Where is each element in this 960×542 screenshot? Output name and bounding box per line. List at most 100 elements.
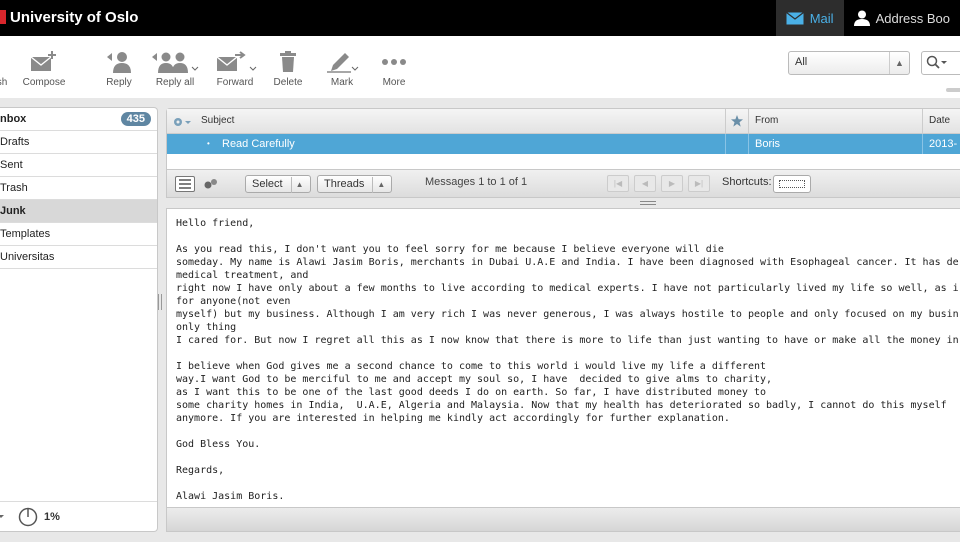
previous-page-button[interactable]: ◀ [634,175,656,192]
folder-drafts[interactable]: Drafts [0,131,157,154]
more-button[interactable]: More [376,50,412,88]
reply-button[interactable]: Reply [100,50,138,88]
delete-label: Delete [273,77,303,88]
reply-label: Reply [106,77,132,88]
vertical-splitter[interactable] [158,294,162,310]
folder-label: Templates [0,228,51,240]
more-label: More [382,77,406,88]
folder-label: Trash [0,182,28,194]
delete-button[interactable]: Delete [270,50,306,88]
search-icon [926,55,947,69]
message-date: 2013-0 [929,138,958,170]
person-icon [853,10,870,26]
next-page-button[interactable]: ▶ [661,175,683,192]
compose-icon [30,51,56,71]
threads-toggle-icon[interactable] [203,178,219,190]
folder-footer: 1% [0,501,157,531]
folder-label: Drafts [0,136,30,148]
folder-label: Junk [0,205,26,217]
threads-label: Threads [324,178,365,190]
top-bar: University of Oslo Mail Address Boo [0,0,960,36]
filter-value: All [795,56,808,68]
unread-dot-icon: • [207,139,210,148]
folder-templates[interactable]: Templates [0,223,157,246]
updown-arrow-icon: ▲ [290,177,304,193]
compose-label: Compose [22,77,66,88]
mark-button[interactable]: Mark [322,50,362,88]
star-icon[interactable] [731,115,743,127]
reply-all-icon [152,52,199,73]
message-list-footer: Select ▲ Threads ▲ Messages 1 to 1 of 1 |◀… [167,169,960,197]
updown-arrow-icon: ▲ [889,52,909,74]
last-page-button[interactable]: ▶| [688,175,710,192]
search-input[interactable] [921,51,960,75]
folder-label: Universitas [0,251,55,263]
toolbar: sh Compose Reply Reply all Forward Delet… [0,36,960,98]
logo-mark [0,10,6,24]
threads-dropdown[interactable]: Threads ▲ [317,175,393,193]
folder-options-icon[interactable] [0,512,8,522]
message-preview: Hello friend, As you read this, I don't … [166,208,960,532]
address-book-tab-label: Address Boo [875,10,950,26]
first-page-button[interactable]: |◀ [607,175,629,192]
message-list-header: Subject From Date [167,109,960,134]
more-icon [382,59,406,65]
column-divider [922,134,923,154]
reply-icon [107,52,131,73]
list-view-icon[interactable] [175,176,195,192]
logo[interactable]: University of Oslo [0,7,138,27]
preview-footer [167,507,960,531]
trash-icon [280,51,296,72]
folder-universitas[interactable]: Universitas [0,246,157,269]
blurred-text [946,88,960,92]
horizontal-splitter[interactable] [640,201,656,205]
folder-list: nbox 435 Drafts Sent Trash Junk Template… [0,107,158,532]
column-divider [748,134,749,154]
forward-button[interactable]: Forward [210,50,260,88]
quota-text: 1% [44,510,60,523]
column-from[interactable]: From [755,109,778,133]
folder-junk[interactable]: Junk [0,200,157,223]
message-from: Boris [755,138,781,150]
keyboard-icon[interactable] [773,175,811,193]
address-book-tab[interactable]: Address Boo [844,0,960,36]
mark-label: Mark [330,77,354,88]
pencil-icon [327,53,359,73]
mail-tab[interactable]: Mail [775,0,844,36]
message-subject: Read Carefully [222,138,295,150]
quota-gauge-icon [18,507,38,526]
refresh-button[interactable]: sh [0,50,12,88]
message-count: Messages 1 to 1 of 1 [425,176,528,188]
column-date[interactable]: Date [929,109,950,133]
column-divider [725,109,726,133]
select-dropdown[interactable]: Select ▲ [245,175,311,193]
message-list: Subject From Date • Read Carefully Boris… [166,108,960,198]
column-divider [748,109,749,133]
envelope-icon [785,11,804,24]
table-row[interactable]: • Read Carefully Boris 2013-0 [167,134,960,170]
folder-label: nbox [0,113,27,125]
folder-inbox[interactable]: nbox 435 [0,108,157,131]
updown-arrow-icon: ▲ [372,177,385,193]
select-label: Select [252,178,283,190]
column-divider [922,109,923,133]
filter-select[interactable]: All ▲ [788,51,910,75]
reply-all-label: Reply all [155,77,195,88]
folder-label: Sent [0,159,23,171]
mail-tab-label: Mail [809,10,834,26]
app-title: University of Oslo [10,8,139,26]
refresh-label: sh [0,77,8,88]
forward-icon [216,51,257,71]
unread-count-badge: 435 [120,112,151,126]
column-divider [725,134,726,154]
forward-label: Forward [216,77,254,88]
reply-all-button[interactable]: Reply all [147,50,203,88]
list-options-icon[interactable] [172,116,194,128]
shortcuts-label: Shortcuts: [722,176,772,188]
top-nav: Mail Address Boo [775,0,960,36]
column-subject[interactable]: Subject [201,109,234,133]
compose-button[interactable]: Compose [20,50,68,88]
folder-sent[interactable]: Sent [0,154,157,177]
folder-trash[interactable]: Trash [0,177,157,200]
message-body: Hello friend, As you read this, I don't … [176,218,959,502]
